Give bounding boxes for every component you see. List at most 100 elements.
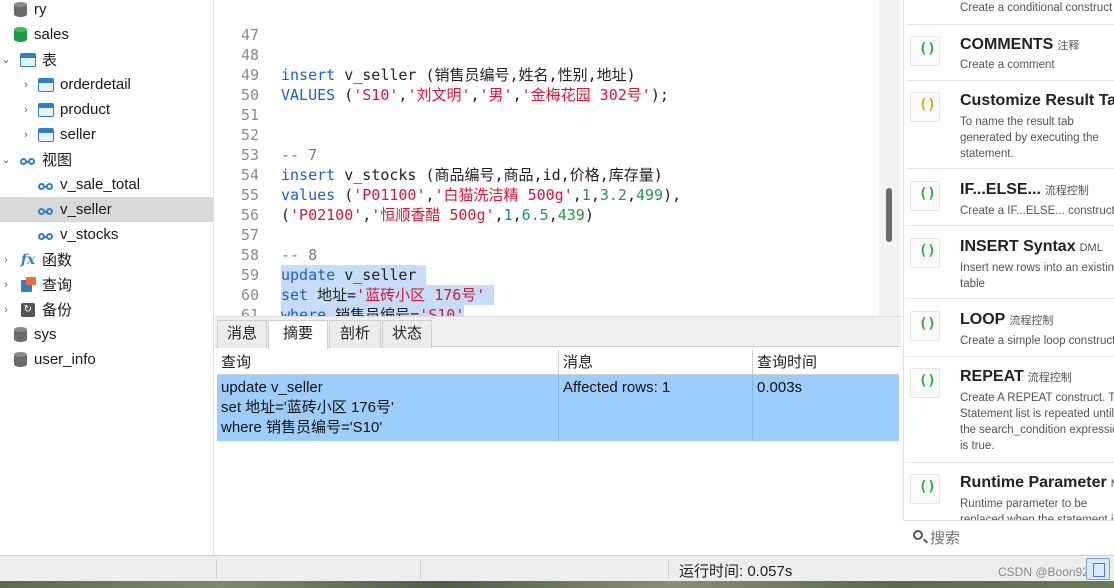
tree-item-orderdetail[interactable]: › orderdetail [0, 72, 213, 97]
chevron-right-icon[interactable]: › [20, 104, 32, 116]
chevron-down-icon[interactable]: ⌄ [0, 153, 12, 166]
tree-item-ry[interactable]: ry [0, 0, 213, 22]
snippet-title: LOOP 流程控制 [960, 311, 1053, 329]
tree-item-label: 查询 [42, 277, 73, 294]
tree-item-functions[interactable]: › fx 函数 [0, 247, 213, 272]
tree-item-label: 视图 [42, 152, 73, 169]
tree-item-sales[interactable]: sales [0, 22, 213, 47]
tab-status[interactable]: 状态 [382, 320, 432, 348]
table-cell-message[interactable]: Affected rows: 1 [559, 375, 753, 441]
snippet-icon: () [910, 311, 940, 341]
view-icon [38, 227, 54, 243]
query-icon [20, 277, 36, 293]
tree-item-label: v_stocks [60, 226, 119, 243]
tree-item-v-stocks[interactable]: v_stocks [0, 222, 213, 247]
snippet-title-text: IF...ELSE... [960, 181, 1041, 198]
table-cell-query-time[interactable]: 0.003s [753, 375, 899, 441]
chevron-right-icon[interactable]: › [20, 79, 32, 91]
divider [668, 559, 669, 579]
tree-item-label: sales [34, 26, 70, 43]
database-icon [12, 352, 28, 368]
snippet-title-text: LOOP [960, 311, 1006, 328]
snippet-title: COMMENTS 注释 [960, 36, 1079, 54]
snippet-desc: Create a IF...ELSE... construct [960, 205, 1114, 217]
tree-item-label: v_seller [60, 201, 112, 218]
panel-toggle-button[interactable] [1086, 558, 1110, 580]
desktop-strip [0, 581, 1114, 588]
snippet-title-text: COMMENTS [960, 36, 1054, 53]
editor-scrollbar-thumb[interactable] [886, 188, 892, 242]
tab-summary[interactable]: 摘要 [268, 320, 328, 349]
snippet-search-bar [903, 520, 1114, 555]
snippet-tag: 注释 [1057, 40, 1080, 52]
backup-icon: ↻ [20, 302, 36, 318]
query-line: where 销售员编号='S10' [221, 419, 383, 436]
column-header-message[interactable]: 消息 [559, 350, 753, 375]
editor-scrollbar-track[interactable] [879, 0, 901, 316]
snippet-desc: statement. [960, 148, 1014, 160]
sql-editor[interactable]: 47 48 insert v_seller (销售员编号,姓名,性别,地址) 4… [215, 0, 879, 316]
code-line-59: 59 set 地址='蓝砖小区 176号' [215, 245, 879, 305]
tab-profile[interactable]: 剖析 [329, 320, 381, 348]
table-icon [38, 127, 54, 143]
divider [906, 356, 1114, 357]
column-header-query-time[interactable]: 查询时间 [753, 350, 899, 375]
search-icon [913, 530, 923, 540]
function-icon: fx [20, 251, 36, 268]
column-header-query[interactable]: 查询 [217, 350, 559, 375]
divider [906, 168, 1114, 169]
snippet-title: INSERT Syntax DML [960, 238, 1103, 256]
divider [906, 462, 1114, 463]
snippet-runtime-parameter[interactable]: () Runtime ParameterM Runtime parameter … [906, 466, 1114, 526]
time-text: 0.003s [757, 379, 803, 396]
snippet-icon: () [910, 238, 940, 268]
snippet-loop[interactable]: () LOOP 流程控制 Create a simple loop constru… [906, 303, 1114, 355]
tree-item-backups[interactable]: › ↻ 备份 [0, 297, 213, 322]
tree-item-product[interactable]: › product [0, 97, 213, 122]
snippet-search-input[interactable] [930, 526, 1100, 550]
snippet-title-text: REPEAT [960, 368, 1024, 385]
navigation-tree: ry sales ⌄ 表 › orderdetail › product › s… [0, 0, 214, 555]
tree-item-label: v_sale_total [60, 176, 141, 193]
tree-item-v-sale-total[interactable]: v_sale_total [0, 172, 213, 197]
snippet-customize-result-tab[interactable]: () Customize Result Tab To name the resu… [906, 84, 1114, 164]
divider [216, 559, 217, 579]
code-line-50: 50 [215, 65, 879, 104]
tab-messages[interactable]: 消息 [217, 320, 267, 348]
snippet-desc: Create A REPEAT construct. The [960, 392, 1114, 404]
divider [906, 225, 1114, 226]
snippet-desc: Insert new rows into an existing [960, 262, 1114, 274]
watermark-text: CSDN @Boon922 [998, 565, 1096, 579]
snippet-tag: DML [1079, 242, 1103, 254]
database-icon [12, 2, 28, 18]
sql-keyword: where [281, 306, 327, 316]
snippet-desc: Create a comment [960, 59, 1055, 71]
tree-item-user-info[interactable]: user_info [0, 347, 213, 372]
chevron-right-icon[interactable]: › [0, 304, 12, 316]
tree-item-label: orderdetail [60, 76, 131, 93]
tree-item-tables[interactable]: ⌄ 表 [0, 47, 213, 72]
result-tabs: 消息 摘要 剖析 状态 [215, 316, 901, 349]
snippet-if-else[interactable]: () IF...ELSE... 流程控制 Create a IF...ELSE..… [906, 173, 1114, 225]
snippet-title-text: Runtime Parameter [960, 474, 1107, 491]
chevron-right-icon[interactable]: › [20, 129, 32, 141]
table-cell-query[interactable]: update v_seller set 地址='蓝砖小区 176号' where… [217, 375, 559, 441]
tree-item-views[interactable]: ⌄ 视图 [0, 147, 213, 172]
snippet-repeat[interactable]: () REPEAT 流程控制 Create A REPEAT construct.… [906, 360, 1114, 460]
tree-item-queries[interactable]: › 查询 [0, 272, 213, 297]
snippet-desc-partial: Create a conditional construct [960, 2, 1113, 14]
snippet-title: IF...ELSE... 流程控制 [960, 181, 1089, 199]
chevron-down-icon[interactable]: ⌄ [0, 53, 12, 66]
chevron-right-icon[interactable]: › [0, 279, 12, 291]
snippet-insert-syntax[interactable]: () INSERT Syntax DML Insert new rows into… [906, 230, 1114, 296]
tree-item-v-seller[interactable]: v_seller [0, 197, 213, 222]
tree-item-sys[interactable]: sys [0, 322, 213, 347]
tree-item-label: 备份 [42, 302, 73, 319]
tree-item-seller[interactable]: › seller [0, 122, 213, 147]
code-line-55: 55 ('P02100','恒顺香醋 500g',1,6.5,439) [215, 165, 879, 224]
chevron-right-icon[interactable]: › [0, 254, 12, 266]
line-number: 61 [240, 306, 259, 316]
snippet-tag: 流程控制 [1027, 372, 1072, 384]
code-line-58: 58 update v_seller [215, 225, 879, 285]
snippet-comments[interactable]: () COMMENTS 注释 Create a comment [906, 28, 1114, 78]
